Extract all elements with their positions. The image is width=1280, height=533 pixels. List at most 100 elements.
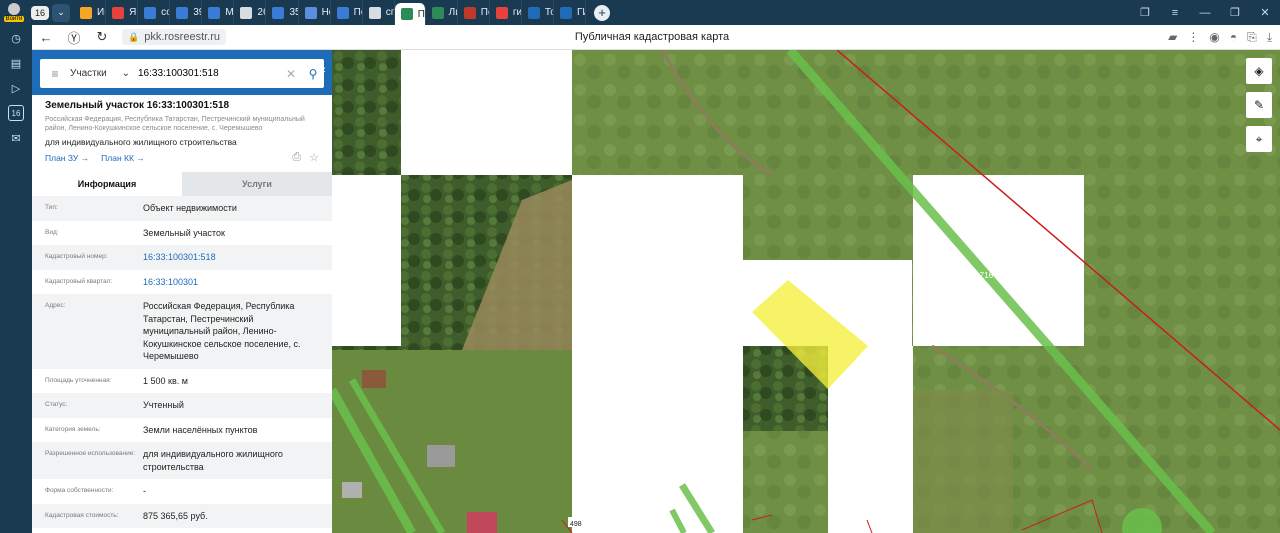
browser-tab[interactable]: Торги (522, 0, 554, 25)
category-select[interactable]: Участки ⌄ (70, 68, 138, 79)
search-input[interactable] (138, 63, 286, 84)
property-row: Кадастровая стоимость: 875 365,65 руб. (32, 503, 332, 528)
locate-button[interactable]: ⌖ (1246, 126, 1272, 152)
browser-tab[interactable]: Портал (458, 0, 490, 25)
tab-favicon-icon (336, 6, 349, 19)
object-use: для индивидуального жилищного строительс… (45, 137, 237, 147)
tab-label: Яндекс (129, 7, 137, 18)
translate-icon[interactable]: ⎘ (1247, 30, 1257, 45)
map-road-label: 498 (570, 521, 582, 528)
tab-label: 3959/12 (193, 7, 201, 18)
more-icon[interactable]: ⋮ (1187, 30, 1199, 45)
house (342, 482, 362, 498)
map-tile-blank (572, 175, 743, 260)
tab-label: гис тор (512, 7, 522, 18)
address-toolbar: ← Ⓨ ↻ 🔒 pkk.rosreestr.ru Публичная кадас… (32, 25, 1280, 50)
page-title: Публичная кадастровая карта (574, 31, 730, 43)
sidebar-badge[interactable]: 16 (8, 105, 24, 121)
browser-tab[interactable]: гис тор (490, 0, 522, 25)
house (467, 512, 497, 533)
star-icon[interactable]: ☆ (309, 151, 319, 164)
property-value: Учтенный (143, 400, 184, 410)
browser-tab[interactable]: 3583и | (266, 0, 299, 25)
object-title: Земельный участок 16:33:100301:518 (45, 100, 230, 111)
property-value-link[interactable]: 16:33:100301:518 (143, 251, 332, 264)
property-key: Тип: (45, 204, 58, 211)
ruler-button[interactable]: ✎ (1246, 92, 1272, 118)
url-field[interactable]: 🔒 pkk.rosreestr.ru (122, 29, 227, 45)
property-value-link[interactable]: 16:33:100301 (143, 276, 332, 289)
map-tile-blank (332, 175, 401, 346)
vpn-icon[interactable]: ◓ (1230, 30, 1237, 45)
menu-icon[interactable]: ≡ (1160, 7, 1190, 19)
browser-tab[interactable]: справк (363, 0, 395, 25)
hamburger-icon[interactable]: ≡ (40, 67, 70, 81)
property-key: Кадастровый квартал: (45, 277, 113, 285)
property-key: Разрешенное использование: (45, 450, 136, 457)
tab-label: 26.11.20 (257, 7, 265, 18)
play-icon[interactable]: ▷ (8, 80, 24, 96)
yandex-icon[interactable]: Ⓨ (60, 28, 88, 47)
plan-kk-link[interactable]: План КК → (101, 153, 145, 163)
object-links: План ЗУ → План КК → ⎙ ☆ (45, 151, 319, 164)
layers-button[interactable]: ◈ (1246, 58, 1272, 84)
url-text: pkk.rosreestr.ru (144, 31, 221, 43)
clear-icon[interactable]: ✕ (286, 67, 302, 81)
browser-tab[interactable]: Личный (426, 0, 458, 25)
browser-tab[interactable]: 26.11.20 (234, 0, 267, 25)
close-window-icon[interactable]: ✕ (1250, 6, 1280, 19)
tab-favicon-icon (431, 6, 444, 19)
tab-count-badge[interactable]: 16 (31, 5, 50, 20)
tab-favicon-icon (176, 6, 189, 19)
property-row: Категория земель: Земли населённых пункто… (32, 418, 332, 443)
property-row: Разрешенное использование: для индивидуал… (32, 442, 332, 479)
reload-icon[interactable]: ↻ (88, 29, 116, 45)
mail-icon[interactable]: ✉ (8, 130, 24, 146)
tab-label: справк (385, 7, 394, 18)
tab-favicon-icon (208, 6, 221, 19)
browser-tab[interactable]: 3959/12 (170, 0, 203, 25)
browser-tab[interactable]: ГИС Тор (554, 0, 587, 25)
bookmark-icon[interactable]: ▰ (1168, 30, 1177, 45)
property-key: Адрес: (45, 302, 66, 309)
map-tile-blank (572, 517, 743, 533)
browser-tab[interactable]: Публ✕ (394, 3, 426, 25)
tab-services[interactable]: Услуги (182, 172, 332, 196)
login-label: Войти (3, 16, 25, 22)
minimize-icon[interactable]: — (1190, 7, 1220, 19)
browser-tab[interactable]: Интерн (74, 0, 107, 25)
cadastral-map[interactable]: 6.716 498 ◈ ✎ ⌖ (332, 50, 1280, 533)
tab-list-chevron-icon[interactable]: ⌄ (52, 3, 71, 22)
map-tile-blank (572, 346, 743, 517)
browser-tab[interactable]: Почта М (331, 0, 363, 25)
print-icon[interactable]: ⎙ (292, 151, 301, 164)
notes-icon[interactable]: ▤ (8, 55, 24, 71)
browser-tab[interactable]: Новост (299, 0, 331, 25)
login-button[interactable]: Войти (0, 0, 28, 25)
property-row: Площадь уточненная: 1 500 кв. м (32, 369, 332, 394)
tab-label: Личный (448, 7, 457, 18)
search-icon[interactable]: ⚲ (302, 67, 324, 81)
property-row: Вид: Земельный участок (32, 221, 332, 246)
property-value: Земли населённых пунктов (143, 424, 258, 435)
history-icon[interactable]: ◷ (8, 30, 24, 46)
browser-tab[interactable]: М-398 | (202, 0, 235, 25)
browser-tab[interactable]: согл-17 (138, 0, 171, 25)
property-row: Кадастровый номер: 16:33:100301:518 (32, 245, 332, 270)
tab-info[interactable]: Информация (32, 172, 182, 196)
browser-tab[interactable]: Яндекс (106, 0, 139, 25)
house (427, 445, 455, 467)
category-value: Участки (70, 68, 107, 79)
object-address: Российская Федерация, Республика Татарст… (45, 116, 305, 132)
tab-label: М-398 | (225, 7, 234, 18)
maximize-icon[interactable]: ❐ (1220, 6, 1250, 19)
collapse-panel-icon[interactable]: ‹ (322, 64, 332, 84)
extension-icon[interactable]: ◉ (1209, 30, 1219, 45)
back-arrow-icon[interactable]: ← (32, 30, 60, 45)
lock-icon: 🔒 (128, 31, 140, 42)
tabs-collection-icon[interactable]: ❐ (1130, 6, 1160, 19)
tab-favicon-icon (272, 6, 285, 19)
downloads-icon[interactable]: ⤓ (1267, 30, 1272, 45)
plan-zu-link[interactable]: План ЗУ → (45, 153, 89, 163)
new-tab-button[interactable]: + (594, 4, 611, 21)
